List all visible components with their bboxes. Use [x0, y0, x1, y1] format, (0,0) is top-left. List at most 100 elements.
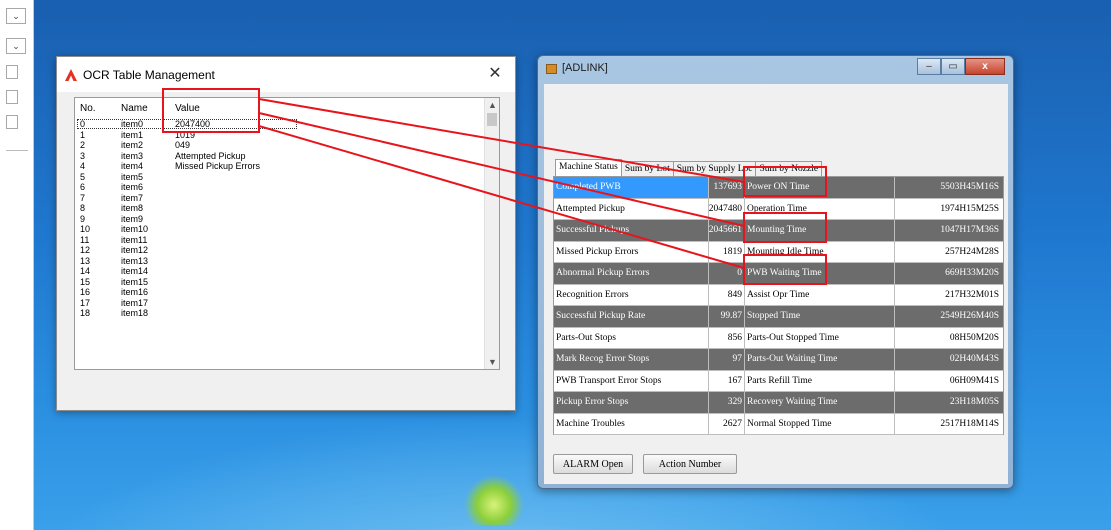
input-box-2[interactable] — [6, 90, 18, 104]
cell-name: item14 — [121, 266, 149, 276]
tab-sum-by-lot[interactable]: Sum by Lot — [620, 161, 674, 176]
left-side-panel: ⌄ ⌄ — [0, 0, 34, 530]
grid-row[interactable]: PWB Transport Error Stops 167 Parts Refill… — [554, 370, 1003, 392]
row-value: 2045661 — [709, 220, 745, 241]
time-label: Parts-Out Stopped Time — [745, 327, 895, 348]
cell-name: item11 — [121, 234, 148, 245]
grid-row[interactable]: Successful Pickup Rate 99.87 Stopped Time 2… — [554, 306, 1003, 328]
table-row[interactable]: 13 item13 — [75, 256, 485, 267]
table-row[interactable]: 11 item11 — [75, 235, 485, 246]
table-row[interactable]: 6 item6 — [75, 182, 485, 193]
cell-no: 12 — [80, 245, 91, 255]
ocr-title-bar[interactable]: OCR Table Management ✕ — [57, 57, 515, 92]
dropdown-2[interactable]: ⌄ — [6, 38, 26, 54]
grid-row[interactable]: Attempted Pickup 2047480 Operation Time 197… — [554, 198, 1003, 220]
row-label: Missed Pickup Errors — [554, 241, 709, 262]
table-row[interactable]: 4 item4 Missed Pickup Errors — [75, 161, 485, 172]
time-value: 217H32M01S — [945, 289, 999, 300]
cell-name: item1 — [121, 129, 144, 140]
tab-sum-by-supply-loc[interactable]: Sum by Supply Loc — [672, 161, 757, 176]
table-row[interactable]: 17 item17 — [75, 298, 485, 309]
tab-sum-by-nozzle[interactable]: Sum by Nozzle — [755, 161, 823, 176]
ocr-rows: 0 item0 2047400 1 item1 1019 2 item2 049 3 item3 At… — [75, 119, 485, 319]
table-row[interactable]: 1 item1 1019 — [75, 130, 485, 141]
grid-row[interactable]: Pickup Error Stops 329 Recovery Waiting Ti… — [554, 392, 1003, 414]
scroll-down-icon[interactable]: ▼ — [485, 355, 499, 369]
vertical-scrollbar[interactable]: ▲ ▼ — [484, 98, 499, 369]
tab-machine-status[interactable]: Machine Status — [555, 159, 622, 176]
minimize-icon[interactable]: – — [917, 58, 941, 75]
wallpaper-logo — [464, 475, 524, 525]
table-row[interactable]: 9 item9 — [75, 214, 485, 225]
table-row[interactable]: 3 item3 Attempted Pickup — [75, 151, 485, 162]
adlink-title-bar[interactable]: [ADLINK] – ▭ x — [538, 56, 1013, 82]
row-label: PWB Transport Error Stops — [554, 370, 709, 391]
table-row[interactable]: 18 item18 — [75, 308, 485, 319]
input-box-3[interactable] — [6, 115, 18, 129]
cell-name: item13 — [121, 255, 149, 266]
scroll-up-icon[interactable]: ▲ — [485, 98, 499, 112]
cell-value: Missed Pickup Errors — [175, 161, 261, 171]
time-value: 1047H17M36S — [940, 225, 999, 236]
grid-row[interactable]: Abnormal Pickup Errors 0 PWB Waiting Time 6… — [554, 263, 1003, 285]
row-label: Successful Pickups — [554, 220, 709, 241]
grid-row[interactable]: Completed PWB 137693 Power ON Time 5503H45M… — [554, 177, 1003, 199]
row-value: 97 — [709, 349, 745, 370]
grid-row[interactable]: Machine Troubles 2627 Normal Stopped Time 2… — [554, 413, 1003, 435]
cell-no: 8 — [80, 203, 86, 213]
time-label: Assist Opr Time — [745, 284, 895, 305]
time-label: Parts Refill Time — [745, 370, 895, 391]
cell-name: item7 — [121, 192, 144, 203]
grid-row[interactable]: Mark Recog Error Stops 97 Parts-Out Waitin… — [554, 349, 1003, 371]
row-label: Completed PWB — [554, 177, 709, 198]
time-value: 06H09M41S — [949, 375, 999, 386]
time-value: 669H33M20S — [945, 268, 999, 279]
app-logo-icon — [65, 68, 77, 81]
maximize-icon[interactable]: ▭ — [941, 58, 965, 75]
adlink-window: [ADLINK] – ▭ x Machine Status Sum by Lot S… — [537, 55, 1014, 489]
table-row[interactable]: 16 item16 — [75, 287, 485, 298]
cell-name: item17 — [121, 297, 149, 308]
time-label: Parts-Out Waiting Time — [745, 349, 895, 370]
cell-no: 1 — [80, 129, 86, 140]
table-row[interactable]: 2 item2 049 — [75, 140, 485, 151]
header-no[interactable]: No. — [80, 103, 96, 117]
row-label: Mark Recog Error Stops — [554, 349, 709, 370]
table-row[interactable]: 7 item7 — [75, 193, 485, 204]
header-value[interactable]: Value — [175, 103, 200, 117]
grid-row[interactable]: Successful Pickups 2045661 Mounting Time 10… — [554, 220, 1003, 242]
cell-no: 10 — [80, 224, 91, 234]
row-value: 856 — [709, 327, 745, 348]
action-number-button[interactable]: Action Number — [643, 454, 737, 474]
row-value: 329 — [709, 392, 745, 413]
ocr-table[interactable]: No. Name Value 0 item0 2047400 1 item1 1019 2 i… — [74, 97, 500, 370]
time-value: 1974H15M25S — [940, 203, 999, 214]
table-row[interactable]: 10 item10 — [75, 224, 485, 235]
time-value: 2549H26M40S — [940, 311, 999, 322]
time-value: 08H50M20S — [949, 332, 999, 343]
grid-row[interactable]: Recognition Errors 849 Assist Opr Time 217H… — [554, 284, 1003, 306]
dropdown-1[interactable]: ⌄ — [6, 8, 26, 24]
cell-value: 1019 — [175, 129, 196, 140]
time-label: Stopped Time — [745, 306, 895, 327]
table-row[interactable]: 12 item12 — [75, 245, 485, 256]
app-icon — [546, 64, 557, 74]
tab-strip: Machine Status Sum by Lot Sum by Supply Lo… — [555, 159, 823, 176]
alarm-open-button[interactable]: ALARM Open — [553, 454, 633, 474]
scroll-thumb[interactable] — [487, 113, 497, 126]
grid-row[interactable]: Parts-Out Stops 856 Parts-Out Stopped Time… — [554, 327, 1003, 349]
table-row[interactable]: 0 item0 2047400 — [75, 119, 485, 130]
divider — [6, 150, 28, 151]
header-name[interactable]: Name — [121, 103, 148, 117]
table-row[interactable]: 14 item14 — [75, 266, 485, 277]
grid-row[interactable]: Missed Pickup Errors 1819 Mounting Idle Ti… — [554, 241, 1003, 263]
table-row[interactable]: 15 item15 — [75, 277, 485, 288]
input-box-1[interactable] — [6, 65, 18, 79]
cell-name: item16 — [121, 287, 149, 297]
close-icon[interactable]: ✕ — [485, 64, 505, 84]
table-row[interactable]: 5 item5 — [75, 172, 485, 183]
table-row[interactable]: 8 item8 — [75, 203, 485, 214]
time-label: Operation Time — [745, 198, 895, 219]
time-label: Recovery Waiting Time — [745, 392, 895, 413]
close-icon[interactable]: x — [965, 58, 1005, 75]
